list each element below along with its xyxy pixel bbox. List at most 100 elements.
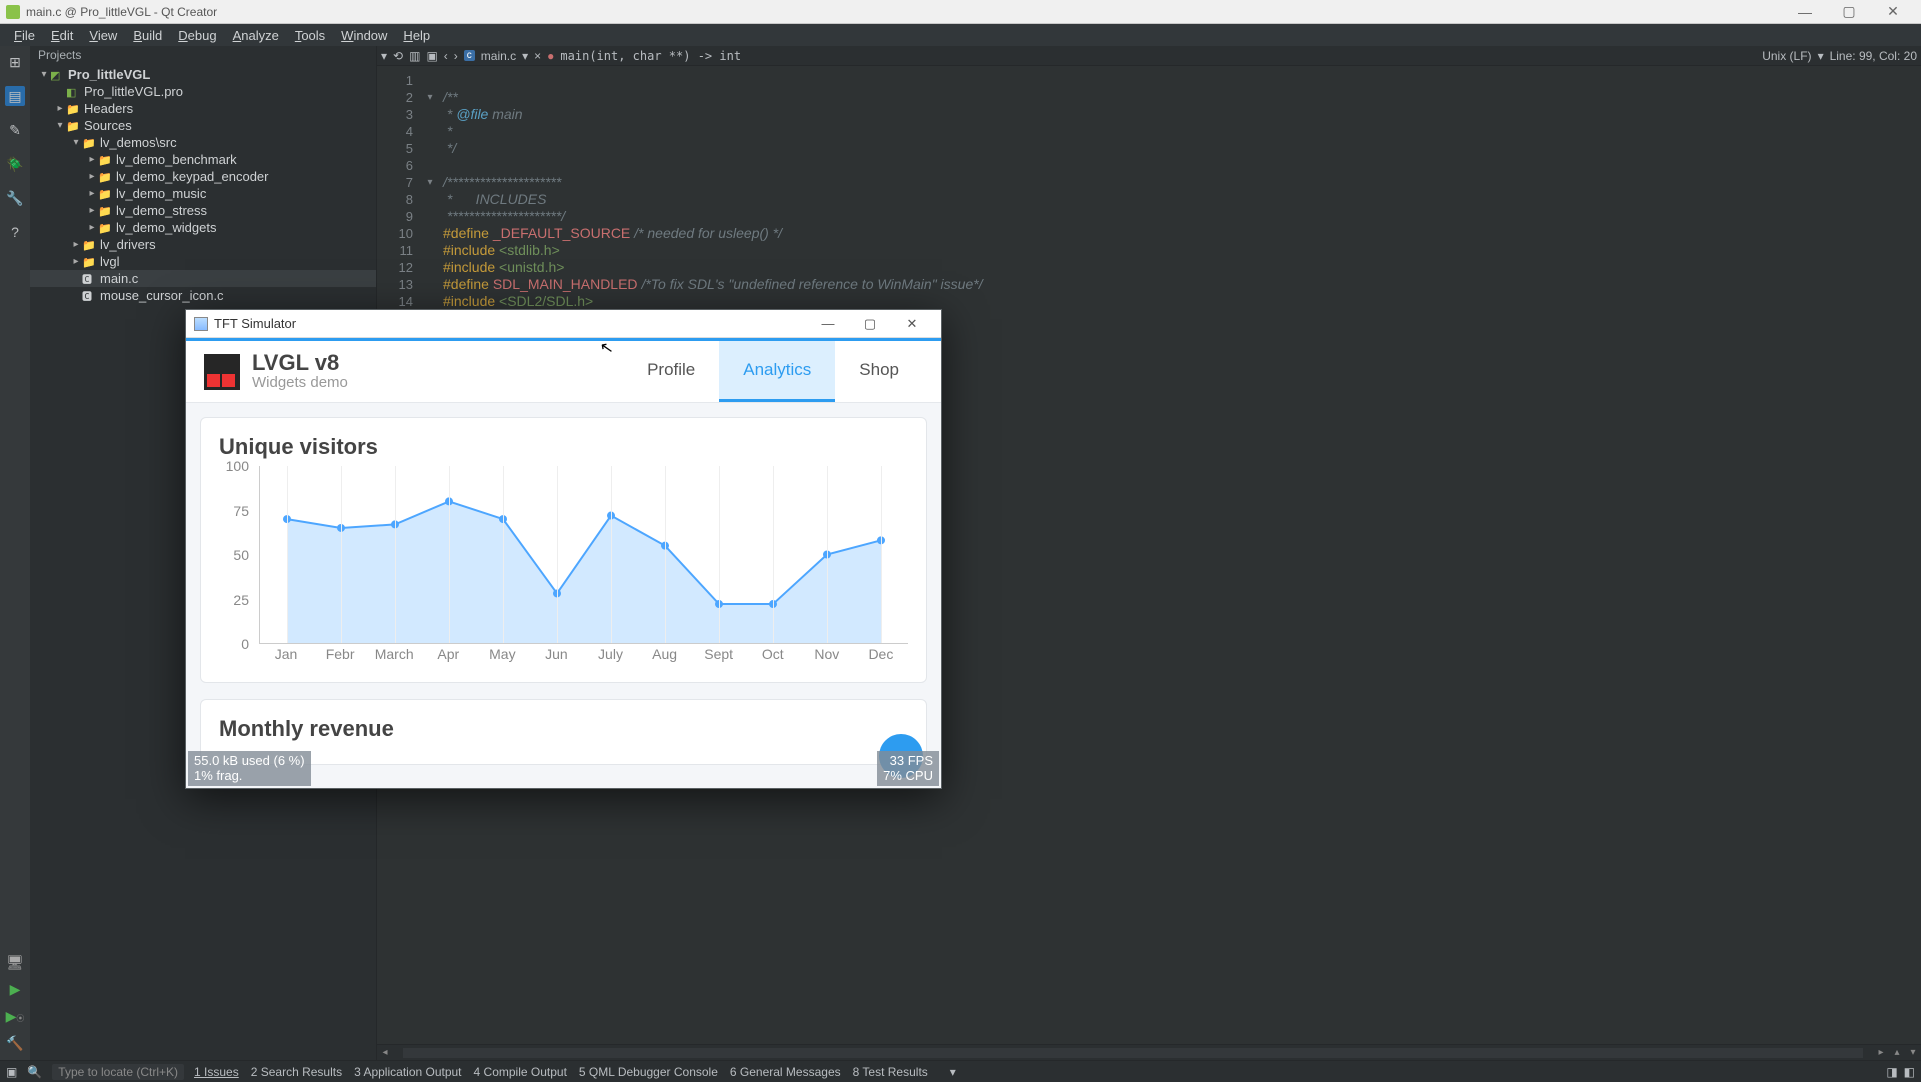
tree-item[interactable]: ▾Pro_littleVGL <box>30 66 376 83</box>
tab-profile[interactable]: Profile <box>623 341 719 402</box>
tree-item[interactable]: mouse_cursor_icon.c <box>30 287 376 304</box>
sim-app-icon <box>194 317 208 331</box>
card-title: Monthly revenue <box>219 716 908 742</box>
mode-help-icon[interactable]: ? <box>5 222 25 242</box>
sidebar-right-toggle-icon[interactable]: ◨ <box>1886 1065 1897 1079</box>
nav-split2-icon[interactable]: ▣ <box>426 49 437 63</box>
mode-welcome-icon[interactable]: ⊞ <box>5 52 25 72</box>
fld-icon <box>98 169 112 184</box>
nav-close-icon[interactable]: × <box>534 49 541 63</box>
nav-enc-drop-icon[interactable]: ▾ <box>1818 49 1824 63</box>
minimize-button[interactable]: — <box>1783 4 1827 20</box>
output-tab[interactable]: 4 Compile Output <box>474 1065 567 1079</box>
sim-titlebar[interactable]: TFT Simulator — ▢ ✕ <box>186 310 941 338</box>
nav-split-icon[interactable]: ▥ <box>409 49 420 63</box>
scroll-up-icon[interactable]: ▴ <box>1889 1047 1905 1058</box>
project-tree[interactable]: ▾Pro_littleVGLPro_littleVGL.pro▸Headers▾… <box>30 64 376 304</box>
prj-icon <box>50 67 64 82</box>
sim-close-button[interactable]: ✕ <box>891 316 933 332</box>
menu-debug[interactable]: Debug <box>170 28 224 43</box>
mode-projects-icon[interactable]: 🔧 <box>5 188 25 208</box>
target-selector-icon[interactable]: 🖥 <box>6 954 24 971</box>
fld-icon <box>82 237 96 252</box>
scroll-right-icon[interactable]: ▸ <box>1873 1047 1889 1058</box>
close-button[interactable]: ✕ <box>1871 3 1915 20</box>
output-tab[interactable]: 8 Test Results <box>853 1065 928 1079</box>
window-title: main.c @ Pro_littleVGL - Qt Creator <box>26 5 1783 19</box>
nav-file-label[interactable]: main.c <box>481 49 516 63</box>
x-tick: Oct <box>746 646 800 666</box>
sim-content[interactable]: Unique visitors 0255075100 JanFebrMarchA… <box>186 403 941 788</box>
output-tab[interactable]: 6 General Messages <box>730 1065 841 1079</box>
output-dropdown-icon[interactable]: ▾ <box>950 1065 956 1079</box>
scroll-down-icon[interactable]: ▾ <box>1905 1047 1921 1058</box>
chart-x-axis: JanFebrMarchAprMayJunJulyAugSeptOctNovDe… <box>259 646 908 666</box>
tab-shop[interactable]: Shop <box>835 341 923 402</box>
mode-design-icon[interactable]: ✎ <box>5 120 25 140</box>
file-c-icon <box>82 288 96 303</box>
nav-file-drop-icon[interactable]: ▾ <box>522 49 528 63</box>
nav-dropdown-icon[interactable]: ▾ <box>381 49 387 63</box>
output-tab[interactable]: 5 QML Debugger Console <box>579 1065 718 1079</box>
fld-icon <box>98 220 112 235</box>
nav-symbol[interactable]: main(int, char **) -> int <box>560 49 741 63</box>
sim-minimize-button[interactable]: — <box>807 316 849 331</box>
mode-edit-icon[interactable]: ▤ <box>5 86 25 106</box>
x-tick: Jan <box>259 646 313 666</box>
fld-icon <box>82 254 96 269</box>
locator-input[interactable]: Type to locate (Ctrl+K) <box>52 1064 184 1080</box>
fld-icon <box>66 118 80 133</box>
output-tab[interactable]: 2 Search Results <box>251 1065 342 1079</box>
sim-logo-subtitle: Widgets demo <box>252 374 348 391</box>
menu-window[interactable]: Window <box>333 28 395 43</box>
tree-item[interactable]: ▸Headers <box>30 100 376 117</box>
maximize-button[interactable]: ▢ <box>1827 3 1871 20</box>
scroll-left-icon[interactable]: ◂ <box>377 1047 393 1058</box>
tree-item[interactable]: main.c <box>30 270 376 287</box>
sim-title: TFT Simulator <box>214 316 807 331</box>
tree-item[interactable]: ▸lv_demo_stress <box>30 202 376 219</box>
chart-plot <box>259 466 908 644</box>
nav-back-icon[interactable]: ‹ <box>444 49 448 63</box>
nav-fwd-icon[interactable]: › <box>454 49 458 63</box>
tree-item[interactable]: Pro_littleVGL.pro <box>30 83 376 100</box>
tree-item[interactable]: ▸lv_demo_keypad_encoder <box>30 168 376 185</box>
tree-item[interactable]: ▸lv_demo_benchmark <box>30 151 376 168</box>
nav-cursor-pos[interactable]: Line: 99, Col: 20 <box>1830 49 1917 63</box>
output-tab[interactable]: 3 Application Output <box>354 1065 461 1079</box>
output-toggle-icon[interactable]: ▣ <box>6 1065 17 1079</box>
tft-simulator-window: TFT Simulator — ▢ ✕ LVGL v8 Widgets demo… <box>185 309 942 789</box>
output-tab[interactable]: 1 Issues <box>194 1065 239 1079</box>
x-tick: Apr <box>421 646 475 666</box>
debug-run-button-icon[interactable]: ▶⦿ <box>6 1008 25 1025</box>
menu-tools[interactable]: Tools <box>287 28 333 43</box>
run-controls: 🖥 ▶ ▶⦿ 🔨 <box>0 954 30 1060</box>
tree-item[interactable]: ▸lv_demo_widgets <box>30 219 376 236</box>
editor-hscrollbar[interactable]: ◂ ▸ ▴ ▾ <box>377 1044 1921 1060</box>
os-titlebar: main.c @ Pro_littleVGL - Qt Creator — ▢ … <box>0 0 1921 24</box>
tree-item[interactable]: ▾lv_demos\src <box>30 134 376 151</box>
menu-analyze[interactable]: Analyze <box>225 28 287 43</box>
sim-maximize-button[interactable]: ▢ <box>849 316 891 332</box>
tree-item[interactable]: ▸lv_drivers <box>30 236 376 253</box>
tree-item[interactable]: ▸lvgl <box>30 253 376 270</box>
x-tick: Jun <box>529 646 583 666</box>
run-button-icon[interactable]: ▶ <box>10 981 21 998</box>
fld-icon <box>98 152 112 167</box>
menu-view[interactable]: View <box>81 28 125 43</box>
nav-encoding[interactable]: Unix (LF) <box>1762 49 1811 63</box>
menu-help[interactable]: Help <box>395 28 438 43</box>
build-button-icon[interactable]: 🔨 <box>6 1035 23 1052</box>
activity-bar: ⊞ ▤ ✎ 🪲 🔧 ? <box>0 46 30 1060</box>
mode-debug-icon[interactable]: 🪲 <box>5 154 25 174</box>
sidebar-left-toggle-icon[interactable]: ◧ <box>1904 1065 1915 1079</box>
tree-item[interactable]: ▸lv_demo_music <box>30 185 376 202</box>
tab-analytics[interactable]: Analytics <box>719 341 835 402</box>
tree-item[interactable]: ▾Sources <box>30 117 376 134</box>
fld-icon <box>98 203 112 218</box>
menu-file[interactable]: File <box>6 28 43 43</box>
nav-sync-icon[interactable]: ⟲ <box>393 49 403 63</box>
menu-edit[interactable]: Edit <box>43 28 81 43</box>
app-icon <box>6 5 20 19</box>
menu-build[interactable]: Build <box>125 28 170 43</box>
